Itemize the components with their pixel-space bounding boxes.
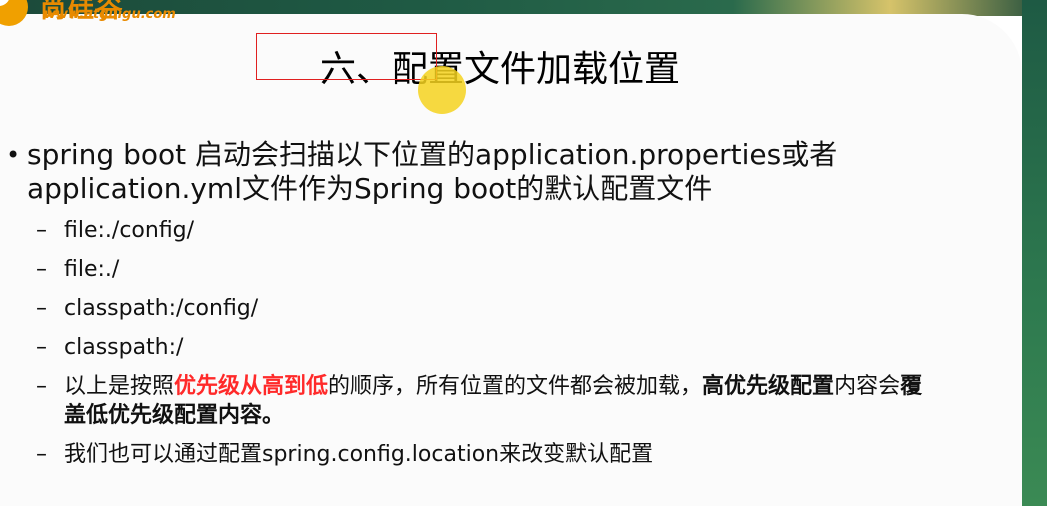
list-item: – classpath:/config/ xyxy=(0,294,944,323)
list-item: – file:./ xyxy=(0,255,944,284)
logo-mark-icon xyxy=(0,0,28,26)
title-container: 六、配置文件加载位置 xyxy=(0,40,1000,92)
priority-text-3: 内容会 xyxy=(834,374,901,399)
slide-body: • spring boot 启动会扫描以下位置的application.prop… xyxy=(0,138,1000,479)
list-item-text: classpath:/config/ xyxy=(64,296,259,321)
main-bullet: • spring boot 启动会扫描以下位置的application.prop… xyxy=(0,138,957,206)
priority-note: – 以上是按照优先级从高到低的顺序，所有位置的文件都会被加载，高优先级配置内容会… xyxy=(0,372,944,430)
priority-bold-1: 高优先级配置 xyxy=(702,374,835,399)
right-edge-band xyxy=(1022,0,1047,506)
cursor-highlight xyxy=(418,66,466,114)
logo: 尚硅谷 www.atguigu.com xyxy=(0,0,215,26)
main-bullet-text: spring boot 启动会扫描以下位置的application.proper… xyxy=(27,138,838,205)
list-item-text: 我们也可以通过配置spring.config.location来改变默认配置 xyxy=(64,442,654,467)
dash-icon: – xyxy=(36,335,47,360)
dash-icon: – xyxy=(36,257,47,282)
priority-text-2: 的顺序，所有位置的文件都会被加载， xyxy=(328,374,703,399)
dash-icon: – xyxy=(36,296,47,321)
priority-highlight: 优先级从高到低 xyxy=(174,374,329,399)
annotation-box xyxy=(256,33,437,80)
list-item: – classpath:/ xyxy=(0,333,944,362)
priority-text-1: 以上是按照 xyxy=(64,374,175,399)
dash-icon: – xyxy=(36,218,47,243)
logo-url: www.atguigu.com xyxy=(44,7,176,22)
dash-icon: – xyxy=(36,374,47,399)
priority-text-4: 内容。 xyxy=(218,403,285,428)
dash-icon: – xyxy=(36,442,47,467)
list-item-text: classpath:/ xyxy=(64,335,184,360)
list-item: – file:./config/ xyxy=(0,216,944,245)
list-item-text: file:./ xyxy=(64,257,120,282)
list-item-text: file:./config/ xyxy=(64,218,195,243)
sub-list: – file:./config/ – file:./ – classpath:/… xyxy=(0,216,1000,469)
list-item: – 我们也可以通过配置spring.config.location来改变默认配置 xyxy=(0,440,944,469)
bullet-dot-icon: • xyxy=(6,141,21,169)
